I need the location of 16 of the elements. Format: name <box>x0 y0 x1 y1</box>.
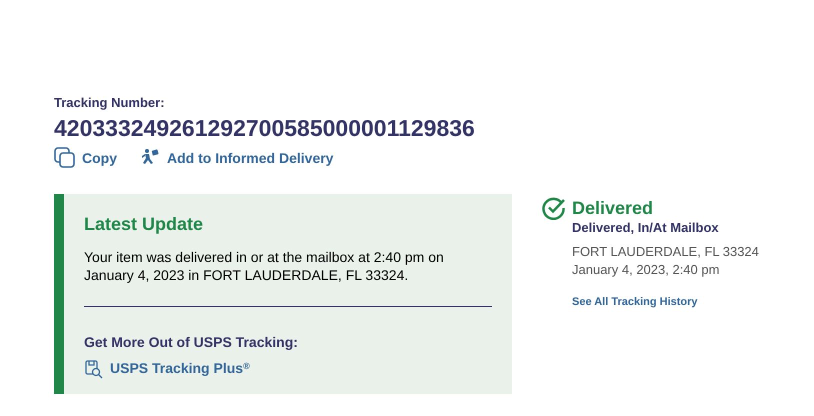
tracking-history-link[interactable]: See All Tracking History <box>572 294 698 310</box>
tracking-plus-link[interactable]: USPS Tracking Plus$^{®}$ <box>84 358 250 379</box>
tracking-number-label: Tracking Number: <box>54 95 166 111</box>
status-detail: Delivered, In/At Mailbox <box>572 220 720 236</box>
tracking-number: 420333249261292700585000001129836 <box>54 114 475 142</box>
latest-update-title: Latest Update <box>84 213 204 236</box>
check-circle-icon <box>542 196 566 220</box>
status-title: Delivered <box>572 197 654 220</box>
status-datetime: January 4, 2023, 2:40 pm <box>572 262 720 278</box>
package-search-icon <box>84 358 104 378</box>
status-location: FORT LAUDERDALE, FL 33324 <box>572 244 759 260</box>
copy-icon <box>54 147 76 169</box>
promo-heading: Get More Out of USPS Tracking: <box>84 333 299 352</box>
copy-button[interactable]: Copy <box>54 147 117 169</box>
informed-delivery-button[interactable]: Add to Informed Delivery <box>139 148 334 168</box>
update-message: Your item was delivered in or at the mailbox at 2:40 pm on January 4, 2023 in FORT LAUDERDALE, FL 33324. <box>84 248 445 284</box>
